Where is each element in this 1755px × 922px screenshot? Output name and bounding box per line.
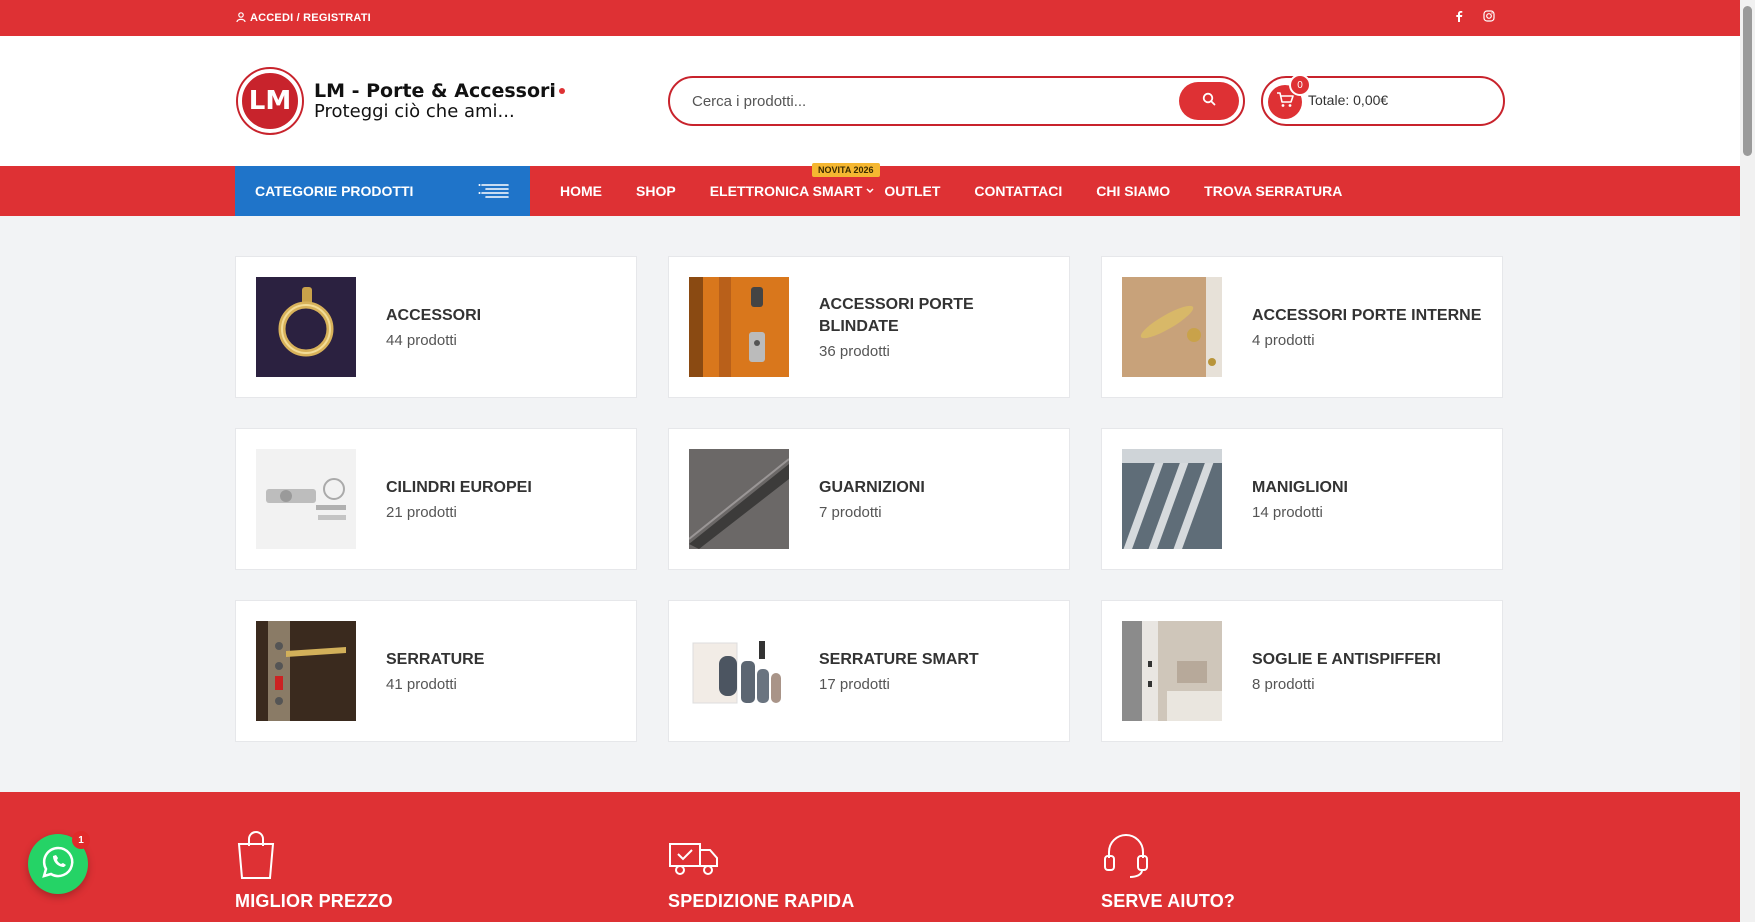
feature-best-price: MIGLIOR PREZZO xyxy=(235,830,393,912)
whatsapp-chat-button[interactable]: 1 xyxy=(28,831,90,894)
category-card-guarnizioni[interactable]: GUARNIZIONI 7 prodotti xyxy=(668,428,1070,570)
category-image xyxy=(1122,277,1222,377)
instagram-icon[interactable] xyxy=(1483,9,1495,27)
category-name: SERRATURE xyxy=(386,650,485,668)
categories-menu-label: CATEGORIE PRODOTTI xyxy=(255,183,414,199)
category-name: ACCESSORI PORTE BLINDATE xyxy=(819,295,974,335)
category-count: 17 prodotti xyxy=(819,676,890,694)
nav-item-contattaci[interactable]: CONTATTACI xyxy=(974,183,1062,199)
nav-item-trova-serratura[interactable]: TROVA SERRATURA xyxy=(1204,183,1342,199)
login-register-label: ACCEDI / REGISTRATI xyxy=(250,12,371,24)
nav-item-outlet[interactable]: OUTLET xyxy=(884,183,940,199)
social-links xyxy=(1455,0,1495,36)
category-card-cilindri-europei[interactable]: CILINDRI EUROPEI 21 prodotti xyxy=(235,428,637,570)
category-image xyxy=(689,277,789,377)
category-image xyxy=(256,277,356,377)
whatsapp-badge: 1 xyxy=(72,831,90,849)
nav-item-elettronica-smart-label: ELETTRONICA SMART xyxy=(709,183,863,199)
category-count: 41 prodotti xyxy=(386,676,457,694)
brand-name: LM - Porte & Accessori xyxy=(314,79,556,102)
category-count: 21 prodotti xyxy=(386,504,457,522)
category-count: 4 prodotti xyxy=(1252,332,1315,350)
category-card-serrature-smart[interactable]: SERRATURE SMART 17 prodotti xyxy=(668,600,1070,742)
search-input[interactable] xyxy=(690,86,1170,116)
category-image xyxy=(1122,449,1222,549)
chevron-down-icon xyxy=(866,186,874,197)
cart-total: Totale: 0,00€ xyxy=(1308,92,1389,108)
category-card-accessori-porte-blindate[interactable]: ACCESSORI PORTE BLINDATE 36 prodotti xyxy=(668,256,1070,398)
site-header: LM LM - Porte & Accessori Proteggi ciò c… xyxy=(0,36,1740,166)
features-band: MIGLIOR PREZZO SPEDIZIONE RAPIDA SERVE A… xyxy=(0,792,1740,922)
category-image xyxy=(1122,621,1222,721)
main-nav: CATEGORIE PRODOTTI HOME SHOP ELETTRONICA… xyxy=(0,163,1740,216)
categories-menu-button[interactable]: CATEGORIE PRODOTTI xyxy=(235,166,530,216)
category-name: SERRATURE SMART xyxy=(819,650,979,668)
cart-widget[interactable]: 0 Totale: 0,00€ xyxy=(1261,74,1505,126)
whatsapp-icon xyxy=(41,845,75,884)
category-name: GUARNIZIONI xyxy=(819,478,925,496)
brand-tagline: Proteggi ciò che ami... xyxy=(314,100,515,122)
category-count: 14 prodotti xyxy=(1252,504,1323,522)
cart-icon xyxy=(1276,91,1294,113)
feature-title: MIGLIOR PREZZO xyxy=(235,891,393,911)
shopping-bag-icon xyxy=(235,831,277,884)
feature-fast-shipping: SPEDIZIONE RAPIDA xyxy=(668,830,854,912)
category-image xyxy=(689,449,789,549)
category-image xyxy=(256,449,356,549)
nav-item-home[interactable]: HOME xyxy=(560,183,602,199)
search-bar xyxy=(668,76,1245,126)
nav-item-chi-siamo[interactable]: CHI SIAMO xyxy=(1096,183,1170,199)
category-name: MANIGLIONI xyxy=(1252,478,1348,496)
nav-item-elettronica-smart[interactable]: ELETTRONICA SMART xyxy=(710,183,875,199)
category-name: SOGLIE E ANTISPIFFERI xyxy=(1252,650,1441,668)
category-card-serrature[interactable]: SERRATURE 41 prodotti xyxy=(235,600,637,742)
category-name: ACCESSORI PORTE INTERNE xyxy=(1252,306,1482,324)
delivery-truck-icon xyxy=(668,843,720,884)
feature-title: SPEDIZIONE RAPIDA xyxy=(668,891,855,911)
feature-title: SERVE AIUTO? xyxy=(1101,891,1236,911)
category-image xyxy=(256,621,356,721)
feature-help: SERVE AIUTO? xyxy=(1101,830,1235,912)
search-icon xyxy=(1202,92,1216,111)
category-image xyxy=(689,621,789,721)
menu-lines-icon xyxy=(478,183,510,202)
user-icon xyxy=(236,11,246,25)
page-scrollbar[interactable] xyxy=(1740,0,1755,922)
category-name: CILINDRI EUROPEI xyxy=(386,478,532,496)
category-count: 8 prodotti xyxy=(1252,676,1315,694)
new-badge: NOVITA 2026 xyxy=(812,163,880,177)
nav-item-shop[interactable]: SHOP xyxy=(636,183,676,199)
category-count: 44 prodotti xyxy=(386,332,457,350)
category-name: ACCESSORI xyxy=(386,306,482,324)
logo-mark: LM xyxy=(238,69,302,133)
category-card-maniglioni[interactable]: MANIGLIONI 14 prodotti xyxy=(1101,428,1503,570)
category-card-accessori-porte-interne[interactable]: ACCESSORI PORTE INTERNE 4 prodotti xyxy=(1101,256,1503,398)
scrollbar-thumb[interactable] xyxy=(1743,6,1752,156)
category-count: 7 prodotti xyxy=(819,504,882,522)
search-button[interactable] xyxy=(1179,82,1239,120)
category-card-accessori[interactable]: ACCESSORI 44 prodotti xyxy=(235,256,637,398)
site-logo[interactable]: LM LM - Porte & Accessori Proteggi ciò c… xyxy=(238,69,565,133)
brand-dot xyxy=(558,88,565,95)
login-register-link[interactable]: ACCEDI / REGISTRATI xyxy=(236,0,371,36)
facebook-icon[interactable] xyxy=(1455,9,1463,27)
headset-icon xyxy=(1101,834,1151,884)
category-card-soglie-e-antispifferi[interactable]: SOGLIE E ANTISPIFFERI 8 prodotti xyxy=(1101,600,1503,742)
top-bar: ACCEDI / REGISTRATI xyxy=(0,0,1740,36)
category-count: 36 prodotti xyxy=(819,343,890,361)
